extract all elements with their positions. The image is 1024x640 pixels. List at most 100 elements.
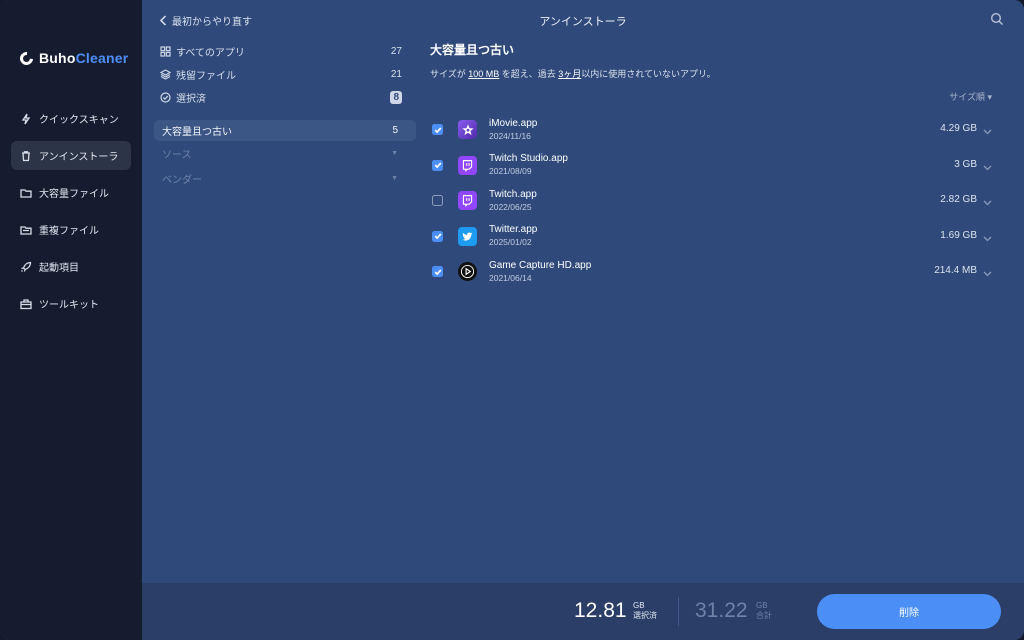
dropdown-label: ベンダー (162, 175, 202, 186)
footer-divider (678, 597, 679, 626)
total-size-value: 31.22 (695, 599, 748, 622)
sidebar: BuhoCleaner クイックスキャン アンインストーラ 大容量ファイル 重複… (0, 0, 142, 640)
sidebar-item-label: ツールキット (39, 300, 99, 311)
toolkit-icon (20, 298, 32, 310)
duplicate-folder-icon (20, 224, 32, 236)
app-date: 2021/06/14 (489, 272, 532, 283)
app-size: 1.69 GB (940, 229, 977, 241)
sidebar-item-label: クイックスキャン (39, 115, 119, 126)
app-window: BuhoCleaner クイックスキャン アンインストーラ 大容量ファイル 重複… (0, 0, 1024, 640)
folder-icon (20, 187, 32, 199)
app-name: Game Capture HD.app (489, 259, 592, 271)
search-icon (990, 12, 1003, 25)
dropdown-label: ソース (162, 150, 192, 161)
start-over-label: 最初からやり直す (172, 17, 252, 28)
sidebar-nav: クイックスキャン アンインストーラ 大容量ファイル 重複ファイル 起動項目 ツー… (11, 104, 131, 326)
chevron-down-icon[interactable] (983, 123, 992, 135)
start-over-button[interactable]: 最初からやり直す (159, 13, 252, 28)
chevron-left-icon (159, 15, 167, 26)
check-circle-icon (160, 92, 171, 103)
vendor-dropdown[interactable]: ベンダー ▼ (154, 166, 416, 191)
total-label: 合計 (756, 611, 772, 620)
filter-leftover-files[interactable]: 残留ファイル 21 (154, 63, 416, 86)
page-title: アンインストーラ (539, 16, 627, 28)
desc-text: サイズが (430, 69, 469, 79)
filter-label: 残留ファイル (176, 71, 236, 82)
app-info: Game Capture HD.app 2021/06/14 (489, 260, 591, 284)
chevron-down-icon[interactable] (983, 159, 992, 170)
app-row-twitter[interactable]: Twitter.app 2025/01/02 1.69 GB (430, 219, 1012, 255)
app-checkbox[interactable] (432, 230, 443, 242)
sidebar-item-toolkit[interactable]: ツールキット (11, 289, 131, 318)
filter-count: 21 (390, 69, 402, 80)
category-label: 大容量且つ古い (162, 127, 232, 138)
app-info: Twitch.app 2022/06/25 (489, 189, 537, 213)
chevron-down-icon[interactable] (983, 265, 992, 277)
app-name: Twitch.app (489, 188, 537, 200)
filter-label: すべてのアプリ (176, 48, 245, 59)
chevron-down-icon[interactable] (983, 194, 992, 206)
category-large-and-old[interactable]: 大容量且つ古い 5 (154, 120, 416, 141)
desc-text: 以内に使用されていないアプリ。 (581, 69, 716, 79)
delete-button[interactable]: 削除 (817, 594, 1001, 629)
app-rows: iMovie.app 2024/11/16 4.29 GB Twitch Stu… (430, 112, 1012, 290)
app-size: 214.4 MB (934, 265, 977, 276)
sidebar-item-large-files[interactable]: 大容量ファイル (11, 178, 131, 207)
rocket-icon (20, 261, 32, 273)
layers-icon (160, 69, 171, 80)
sidebar-item-label: アンインストーラ (39, 152, 119, 163)
imovie-icon (458, 120, 477, 140)
sidebar-item-duplicate-files[interactable]: 重複ファイル (11, 215, 131, 244)
total-size-unit: GB 合計 (756, 601, 772, 621)
app-info: Twitch Studio.app 2021/08/09 (489, 153, 568, 177)
app-checkbox[interactable] (432, 124, 443, 136)
app-date: 2024/11/16 (489, 130, 531, 141)
search-button[interactable] (990, 12, 1004, 26)
app-date: 2025/01/02 (489, 237, 532, 248)
filter-count: 27 (390, 46, 402, 57)
app-size: 4.29 GB (940, 123, 977, 134)
app-checkbox[interactable] (432, 195, 443, 207)
app-row-twitch[interactable]: Twitch.app 2022/06/25 2.82 GB (430, 183, 1012, 219)
trash-icon (20, 150, 32, 162)
logo-suffix: Cleaner (75, 50, 129, 66)
caret-down-icon: ▼ (391, 150, 398, 157)
app-logo-text: BuhoCleaner (39, 50, 128, 66)
selected-size-unit: GB 選択済 (633, 601, 657, 621)
app-size: 3 GB (954, 158, 977, 170)
desc-text: を超え、過去 (499, 69, 559, 79)
sidebar-item-uninstaller[interactable]: アンインストーラ (11, 141, 131, 170)
app-logo: BuhoCleaner (17, 48, 128, 68)
source-dropdown[interactable]: ソース ▼ (154, 141, 416, 166)
app-row-imovie[interactable]: iMovie.app 2024/11/16 4.29 GB (430, 112, 1012, 148)
logo-prefix: Buho (39, 50, 76, 66)
app-date: 2021/08/09 (489, 166, 532, 177)
category-count: 5 (392, 125, 398, 136)
app-row-twitch-studio[interactable]: Twitch Studio.app 2021/08/09 3 GB (430, 148, 1012, 184)
sidebar-item-quick-scan[interactable]: クイックスキャン (11, 104, 131, 133)
app-checkbox[interactable] (432, 266, 443, 278)
footer-bar: 12.81 GB 選択済 31.22 GB 合計 削除 (142, 583, 1024, 640)
game-capture-icon (458, 262, 477, 282)
app-checkbox[interactable] (432, 159, 443, 171)
selected-size-value: 12.81 (574, 599, 627, 622)
checkmark-icon (434, 269, 441, 276)
selected-label: 選択済 (633, 611, 657, 620)
twitch-studio-icon (458, 155, 477, 175)
sort-by-size-button[interactable]: サイズ順 ▾ (949, 90, 992, 103)
chevron-down-icon[interactable] (983, 230, 992, 241)
selected-unit: GB (633, 601, 645, 610)
sidebar-item-startup-items[interactable]: 起動項目 (11, 252, 131, 281)
checkmark-icon (434, 162, 441, 169)
filter-selected[interactable]: 選択済 8 (154, 86, 416, 109)
list-description: サイズが 100 MB を超え、過去 3ヶ月以内に使用されていないアプリ。 (430, 67, 1012, 80)
app-row-game-capture-hd[interactable]: Game Capture HD.app 2021/06/14 214.4 MB (430, 254, 1012, 290)
twitter-icon (458, 226, 477, 246)
filter-all-apps[interactable]: すべてのアプリ 27 (154, 40, 416, 63)
main-panel: 最初からやり直す アンインストーラ すべてのアプリ 27 残留ファイル 21 選… (142, 0, 1024, 640)
total-unit: GB (756, 601, 768, 610)
app-list-panel: 大容量且つ古い サイズが 100 MB を超え、過去 3ヶ月以内に使用されていな… (430, 40, 1012, 283)
app-name: Twitter.app (489, 224, 538, 236)
filter-label: 選択済 (176, 94, 206, 105)
buho-logo-icon (17, 48, 36, 68)
